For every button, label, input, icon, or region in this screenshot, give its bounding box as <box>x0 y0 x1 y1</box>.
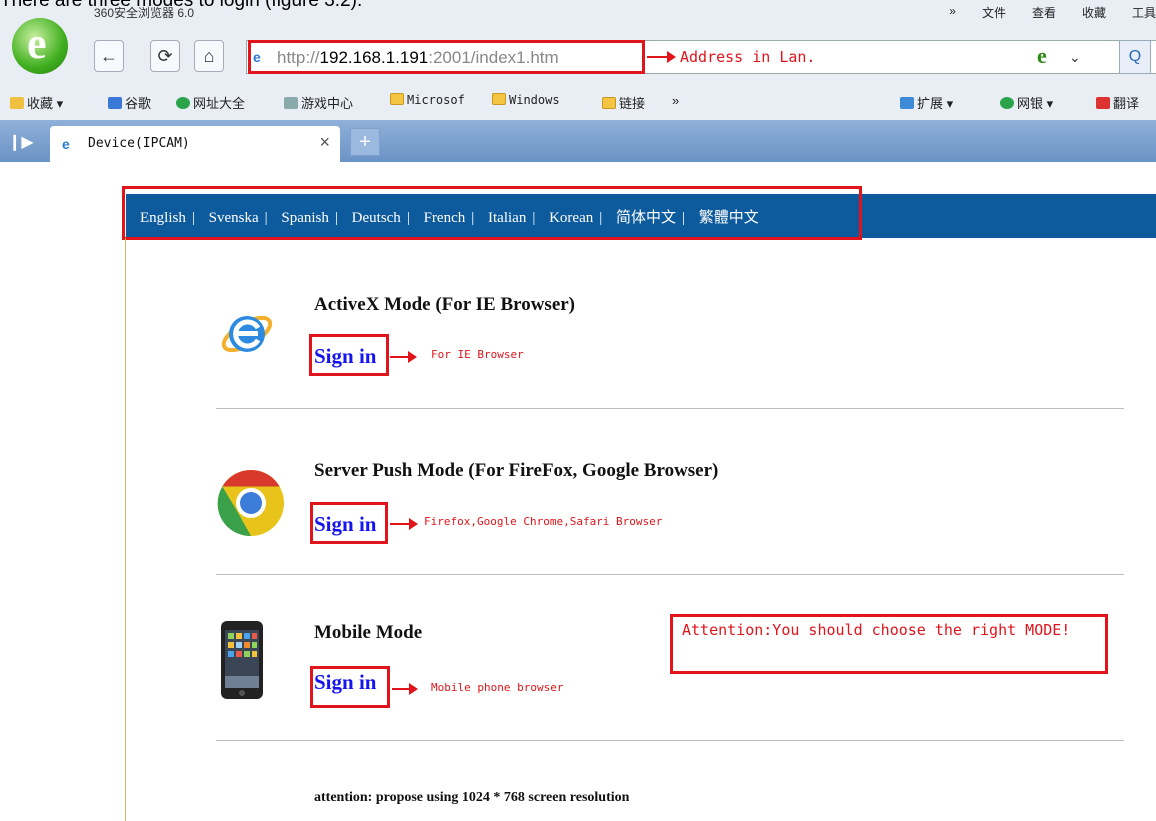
bookmark-games[interactable]: 游戏中心 <box>284 93 353 112</box>
refresh-icon[interactable]: ⟳ <box>150 40 180 72</box>
bookmarks-bar: 收藏 ▾ 谷歌 网址大全 游戏中心 Microsof Windows 链接 » … <box>0 88 1156 116</box>
note-arrow <box>390 518 418 530</box>
left-border <box>125 238 126 821</box>
ie-mode-icon[interactable]: e <box>1037 43 1047 69</box>
browser-chrome: 360安全浏览器 6.0 » 文件 查看 收藏 工具 e ← ⟳ ⌂ e htt… <box>0 0 1156 162</box>
folder-icon <box>390 93 404 105</box>
address-annotation: Address in Lan. <box>680 48 816 66</box>
mode-title: Server Push Mode (For FireFox, Google Br… <box>314 460 719 481</box>
document-caption: There are three modes to login (figure 3… <box>0 0 363 11</box>
chrome-icon <box>217 470 284 537</box>
bookmark-extensions[interactable]: 扩展 ▾ <box>900 93 953 112</box>
bookmark-translate[interactable]: 翻译 <box>1096 93 1139 112</box>
menu-file[interactable]: 文件 <box>982 4 1006 21</box>
page-content: English | Svenska | Spanish | Deutsch | Fren… <box>0 162 1156 821</box>
extension-icon <box>900 97 914 109</box>
menu-tools[interactable]: 工具 <box>1132 4 1156 21</box>
tab-bar: ❙▶ e Device(IPCAM) × + <box>0 120 1156 162</box>
plus-circle-icon <box>176 97 190 109</box>
close-icon[interactable]: × <box>319 132 330 153</box>
attention-annotation: Attention:You should choose the right MO… <box>682 621 1071 639</box>
ie-icon <box>221 315 273 353</box>
folder-icon <box>492 93 506 105</box>
bank-icon <box>1000 97 1014 109</box>
divider <box>216 408 1124 409</box>
bookmark-google[interactable]: 谷歌 <box>108 93 151 112</box>
mode-note: Firefox,Google Chrome,Safari Browser <box>424 515 663 528</box>
mode-note: For IE Browser <box>431 348 524 361</box>
menu-view[interactable]: 查看 <box>1032 4 1056 21</box>
folder-icon <box>602 97 616 109</box>
sign-in-highlight <box>310 502 388 544</box>
address-highlight <box>248 40 645 74</box>
address-arrow <box>647 51 676 63</box>
iphone-icon <box>221 621 263 699</box>
bookmark-favorites[interactable]: 收藏 ▾ <box>10 93 63 112</box>
note-arrow <box>390 351 417 363</box>
tab-title: Device(IPCAM) <box>88 136 190 151</box>
bookmark-bank[interactable]: 网银 ▾ <box>1000 93 1053 112</box>
page-ie-icon: e <box>62 136 70 152</box>
gamepad-icon <box>284 97 298 109</box>
bookmark-microsoft[interactable]: Microsof <box>390 93 465 107</box>
top-menu: » 文件 查看 收藏 工具 <box>949 4 1156 21</box>
new-tab-button[interactable]: + <box>350 128 380 156</box>
navigation-bar: ← ⟳ ⌂ e http://192.168.1.191:2001/index1… <box>0 38 1156 78</box>
note-arrow <box>392 683 418 695</box>
bookmark-windows[interactable]: Windows <box>492 93 560 107</box>
bookmarks-more[interactable]: » <box>672 93 679 108</box>
star-icon <box>10 97 24 109</box>
google-icon <box>108 97 122 109</box>
mode-title: Mobile Mode <box>314 622 423 643</box>
chevron-down-icon[interactable]: ⌄ <box>1069 49 1081 66</box>
translate-icon <box>1096 97 1110 109</box>
sign-in-highlight <box>309 334 389 376</box>
back-arrow-icon[interactable]: ← <box>94 40 124 72</box>
search-icon[interactable]: Q <box>1119 40 1151 74</box>
bookmark-sites[interactable]: 网址大全 <box>176 93 245 112</box>
menu-more[interactable]: » <box>949 4 956 21</box>
menu-favorites[interactable]: 收藏 <box>1082 4 1106 21</box>
sidebar-toggle-icon[interactable]: ❙▶ <box>8 132 34 152</box>
language-highlight <box>122 186 862 240</box>
divider <box>216 574 1124 575</box>
home-icon[interactable]: ⌂ <box>194 40 224 72</box>
sign-in-highlight <box>310 666 390 708</box>
resolution-note: attention: propose using 1024 * 768 scre… <box>314 790 630 805</box>
mode-title: ActiveX Mode (For IE Browser) <box>314 294 576 315</box>
mode-note: Mobile phone browser <box>431 681 564 694</box>
divider <box>216 740 1124 741</box>
bookmark-links[interactable]: 链接 <box>602 93 645 112</box>
tab-device[interactable]: e Device(IPCAM) × <box>50 126 340 162</box>
